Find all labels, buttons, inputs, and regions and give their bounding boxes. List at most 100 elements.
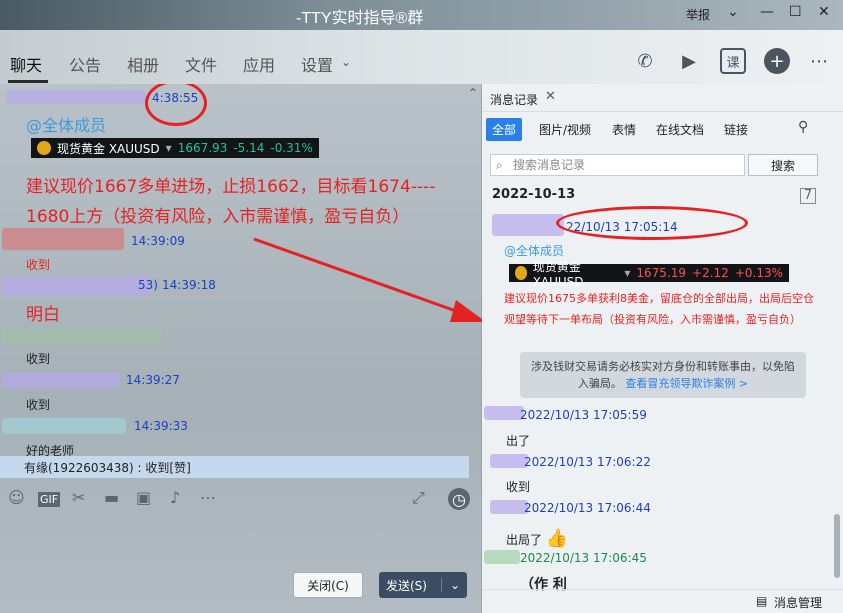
message-time: 2022/10/13 17:06:44 (524, 501, 651, 515)
image-icon[interactable]: ▣ (136, 488, 151, 507)
tab-chat[interactable]: 聊天 (10, 52, 42, 76)
scrollbar[interactable] (834, 514, 840, 578)
trade-advice-line2: 1680上方（投资有风险，入市需谨慎，盈亏自负） (26, 207, 410, 227)
filter-options-icon[interactable]: ⚲ (798, 119, 808, 135)
ticker-change: -5.14 (233, 141, 265, 155)
search-button[interactable]: 搜索 (748, 154, 818, 176)
ticker-name: 现货黄金 XAUUSD (57, 141, 160, 156)
close-panel-icon[interactable]: ✕ (545, 89, 556, 104)
filter-all[interactable]: 全部 (486, 118, 523, 141)
message-text: 收到 (26, 352, 51, 366)
phone-icon[interactable]: ✆ (632, 48, 658, 74)
settings-chevron-icon[interactable]: ⌄ (341, 55, 351, 69)
tab-album[interactable]: 相册 (127, 52, 159, 76)
tab-announcement[interactable]: 公告 (69, 52, 101, 76)
message-text: 收到 (26, 258, 51, 272)
filter-media[interactable]: 图片/视频 (539, 121, 591, 138)
sender-name-blur (6, 90, 146, 104)
maximize-icon[interactable]: ☐ (789, 4, 802, 20)
close-icon[interactable]: ✕ (818, 4, 830, 20)
chat-panel: 4:38:55 @全体成员 现货黄金 XAUUSD ▾ 1667.93 -5.1… (0, 84, 481, 613)
active-tab-indicator (8, 80, 48, 83)
emoji-icon[interactable]: ☺ (8, 488, 25, 507)
message-time: 2022/10/13 17:06:22 (524, 455, 651, 469)
sender-name-blur (492, 214, 564, 236)
message-time: 14:39:18 (162, 278, 216, 292)
history-panel: 消息记录 ✕ 全部 图片/视频 表情 在线文档 链接 ⚲ ⌕ 搜索消息记录 搜索… (482, 84, 843, 613)
ticker-card[interactable]: 现货黄金 XAUUSD ▾ 1667.93 -5.14 -0.31% (31, 138, 319, 158)
sender-name-blur (484, 406, 524, 420)
search-icon: ⌕ (496, 158, 503, 172)
message-id-suffix: 53) (138, 278, 158, 292)
minimize-icon[interactable]: — (760, 4, 774, 20)
message-manage-link[interactable]: 消息管理 (774, 594, 822, 611)
filter-docs[interactable]: 在线文档 (656, 121, 704, 138)
expand-icon[interactable]: ⤢ (412, 488, 425, 508)
history-header: 消息记录 ✕ (482, 84, 843, 112)
sender-avatar-blur (2, 228, 124, 250)
message-text: 好的老师 (26, 444, 75, 456)
filter-links[interactable]: 链接 (724, 121, 748, 138)
close-button[interactable]: 关闭(C) (293, 572, 363, 598)
trade-advice-text: 建议现价1675多单获利8美金，留底仓的全部出局，出局后空仓观望等待下一单布局（… (504, 292, 814, 326)
red-arrow (253, 237, 486, 322)
message-time: 2022/10/13 17:06:45 (520, 551, 647, 565)
message-text-content: 出局了 (506, 533, 543, 547)
search-input[interactable]: ⌕ 搜索消息记录 (490, 154, 745, 176)
scissors-icon[interactable]: ✂ (72, 488, 85, 507)
sender-name-blur (2, 372, 120, 388)
search-placeholder: 搜索消息记录 (513, 158, 586, 172)
gold-coin-icon (515, 266, 527, 280)
send-label: 发送(S) (385, 578, 427, 593)
sender-name-blur (490, 454, 528, 468)
more-tools-icon[interactable]: ⋯ (200, 488, 216, 507)
message-text: 收到 (26, 398, 51, 412)
history-title: 消息记录 (490, 93, 539, 107)
gold-coin-icon (37, 141, 51, 155)
ticker-name: 现货黄金 XAUUSD (532, 259, 584, 289)
ticker-caret-icon: ▾ (165, 141, 172, 155)
message-text: 出了 (506, 434, 531, 448)
fraud-case-link[interactable]: 查看冒充领导欺诈案例 > (625, 377, 748, 390)
message-text: 出局了 👍 (506, 528, 568, 549)
history-footer: ▤ 消息管理 (482, 589, 843, 613)
message-text: 收到 (506, 480, 531, 494)
filter-stickers[interactable]: 表情 (612, 121, 636, 138)
ticker-card[interactable]: 现货黄金 XAUUSD ▾ 1675.19 +2.12 +0.13% (509, 260, 789, 289)
highlight-circle (556, 206, 748, 240)
ticker-pct: +0.13% (734, 266, 783, 280)
send-button[interactable]: 发送(S) ⌄ (379, 572, 467, 598)
sender-name-blur (2, 276, 150, 296)
video-icon[interactable]: ▶ (676, 48, 702, 74)
mention-text[interactable]: @全体成员 (504, 242, 564, 259)
bell-icon[interactable]: ♪ (170, 488, 180, 507)
ticker-price: 1667.93 (177, 141, 228, 155)
more-icon[interactable]: ⋯ (806, 48, 832, 74)
tab-files[interactable]: 文件 (185, 52, 217, 76)
window-title: -TTY实时指导®群 (296, 10, 424, 27)
trade-advice-line1: 建议现价1667多单进场，止损1662，目标看1674---- (26, 177, 436, 197)
message-time: 2022/10/13 17:05:59 (520, 408, 647, 422)
sender-name-blur (2, 328, 162, 344)
ticker-price: 1675.19 (636, 266, 687, 280)
tab-apps[interactable]: 应用 (243, 52, 275, 76)
add-icon[interactable]: + (764, 48, 790, 74)
folder-icon[interactable]: ▬ (104, 488, 119, 507)
chevron-down-icon[interactable]: ⌄ (727, 4, 739, 20)
highlight-circle (145, 84, 207, 126)
history-clock-icon[interactable]: ◷ (448, 488, 470, 510)
send-options-icon[interactable]: ⌄ (440, 578, 460, 592)
collapse-icon[interactable]: ⌃ (468, 86, 478, 100)
tab-settings[interactable]: 设置 (301, 52, 333, 76)
nav-bar: 聊天 公告 相册 文件 应用 设置 ⌄ (0, 30, 843, 84)
message-manage-icon[interactable]: ▤ (756, 594, 767, 608)
sender-name-blur (2, 418, 126, 434)
report-button[interactable]: 举报 (686, 6, 710, 23)
gif-icon[interactable]: GIF (38, 492, 61, 507)
mention-text[interactable]: @全体成员 (26, 112, 106, 136)
latest-message-text: 有缘(1922603438) : 收到[赞] (24, 460, 191, 475)
sender-name-blur (490, 500, 528, 514)
latest-message-bar[interactable]: 有缘(1922603438) : 收到[赞] (0, 456, 469, 478)
course-icon[interactable]: 课 (720, 48, 746, 74)
calendar-icon[interactable]: 7 (800, 188, 816, 204)
